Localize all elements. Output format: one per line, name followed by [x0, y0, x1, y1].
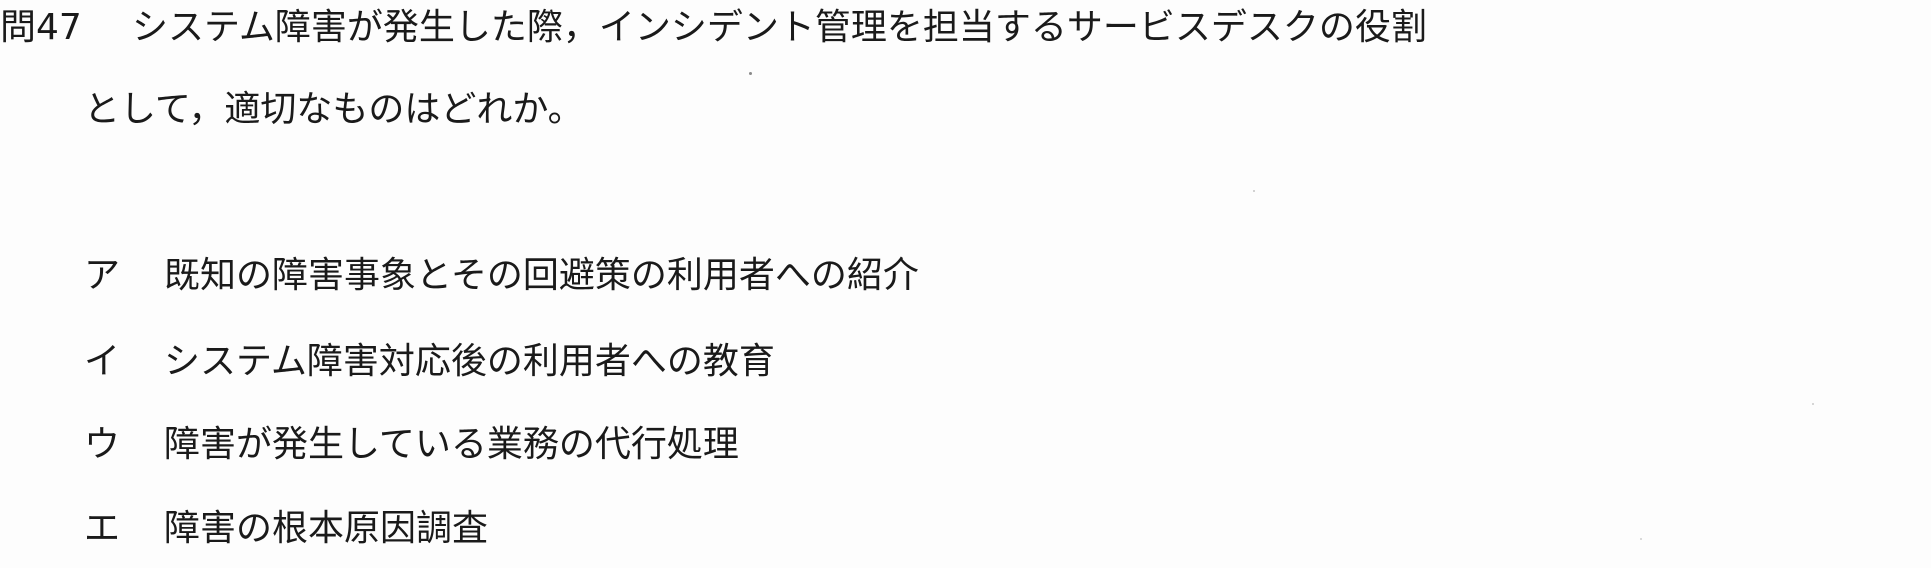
scan-speck	[1812, 403, 1814, 405]
question-text-line2: として，適切なものはどれか。	[84, 89, 584, 130]
choice-i-mark: イ	[84, 341, 121, 382]
scan-speck	[1640, 538, 1642, 540]
choice-a-mark: ア	[84, 255, 121, 296]
choice-u-text: 障害が発生している業務の代行処理	[164, 424, 739, 465]
scan-speck	[749, 72, 752, 75]
choice-i: イ システム障害対応後の利用者への教育	[84, 340, 775, 384]
question-line-1: 問47 システム障害が発生した際，インシデント管理を担当するサービスデスクの役割	[0, 6, 1427, 50]
choice-e-mark: エ	[84, 508, 121, 549]
choice-u: ウ 障害が発生している業務の代行処理	[84, 423, 739, 467]
choice-a: ア 既知の障害事象とその回避策の利用者への紹介	[84, 254, 919, 298]
choice-e-text: 障害の根本原因調査	[164, 508, 489, 549]
question-number: 問47	[0, 7, 82, 48]
scan-speck	[1253, 190, 1255, 192]
choice-a-text: 既知の障害事象とその回避策の利用者への紹介	[164, 255, 919, 296]
choice-e: エ 障害の根本原因調査	[84, 507, 488, 551]
choice-u-mark: ウ	[84, 424, 121, 465]
question-text-line1: システム障害が発生した際，インシデント管理を担当するサービスデスクの役割	[132, 7, 1427, 48]
exam-page: 問47 システム障害が発生した際，インシデント管理を担当するサービスデスクの役割 …	[0, 0, 1931, 568]
choice-i-text: システム障害対応後の利用者への教育	[164, 341, 775, 382]
question-line-2: として，適切なものはどれか。	[84, 88, 584, 132]
